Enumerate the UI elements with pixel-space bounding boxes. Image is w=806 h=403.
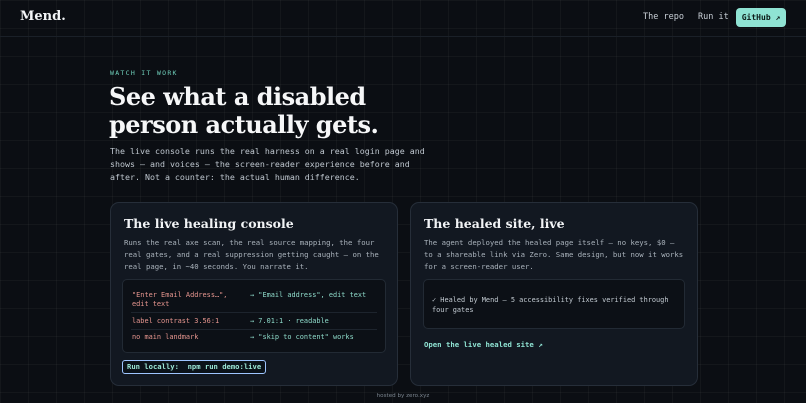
row-divider [131, 312, 377, 313]
github-button[interactable]: GitHub ↗ [736, 8, 786, 27]
after-text: → "Email address", edit text [250, 291, 367, 299]
section-eyebrow: WATCH IT WORK [110, 69, 178, 77]
healed-card-title: The healed site, live [424, 216, 565, 231]
nav-link-run[interactable]: Run it [698, 12, 729, 22]
row-divider [131, 329, 377, 330]
logo[interactable]: Mend. [20, 9, 66, 24]
after-text: → "skip to content" works [250, 333, 354, 341]
after-text: → 7.01:1 · readable [250, 317, 329, 325]
nav-link-repo[interactable]: The repo [643, 12, 684, 22]
open-healed-site-link[interactable]: Open the live healed site ↗ [424, 340, 543, 349]
console-card-title: The live healing console [124, 216, 294, 231]
healed-site-card: The healed site, live The agent deployed… [410, 202, 698, 386]
hosted-by-footer[interactable]: hosted by zero.xyz [0, 393, 806, 399]
top-nav: Mend. The repo Run it GitHub ↗ [0, 0, 806, 37]
live-console-card: The live healing console Runs the real a… [110, 202, 398, 386]
run-locally-command[interactable]: Run locally: npm run demo:live [122, 360, 267, 374]
console-card-description: Runs the real axe scan, the real source … [124, 238, 379, 271]
page-title: See what a disabled person actually gets… [109, 82, 379, 139]
before-text: no main landmark [132, 333, 199, 341]
before-after-console: "Enter Email Address…", edit text → "Ema… [122, 279, 386, 353]
healed-card-description: The agent deployed the healed page itsel… [424, 238, 684, 271]
before-text: "Enter Email Address…", edit text [132, 291, 228, 308]
before-text: label contrast 3.56:1 [132, 317, 220, 325]
healed-status-box: ✓ Healed by Mend — 5 accessibility fixes… [423, 279, 685, 329]
healed-status-text: ✓ Healed by Mend — 5 accessibility fixes… [432, 296, 669, 314]
intro-text: The live console runs the real harness o… [110, 146, 425, 182]
